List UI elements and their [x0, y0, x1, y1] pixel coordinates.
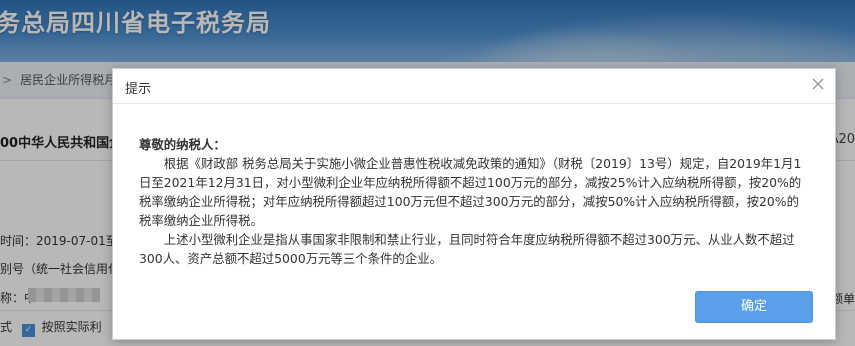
dialog-title: 提示 — [125, 82, 152, 97]
confirm-button[interactable]: 确定 — [695, 291, 813, 323]
dialog-paragraph-2: 上述小型微利企业是指从事国家非限制和禁止行业，且同时符合年度应纳税所得额不超过3… — [139, 232, 795, 266]
dialog-salutation: 尊敬的纳税人： — [139, 137, 226, 152]
dialog-header: 提示 — [113, 69, 835, 104]
notice-dialog: 提示 尊敬的纳税人： 根据《财政部 税务总局关于实施小微企业普惠性税收减免政策的… — [112, 68, 836, 340]
close-icon[interactable] — [811, 77, 825, 91]
dialog-body: 尊敬的纳税人： 根据《财政部 税务总局关于实施小微企业普惠性税收减免政策的通知》… — [139, 135, 811, 268]
dialog-paragraph-1: 根据《财政部 税务总局关于实施小微企业普惠性税收减免政策的通知》（财税〔2019… — [139, 156, 802, 228]
